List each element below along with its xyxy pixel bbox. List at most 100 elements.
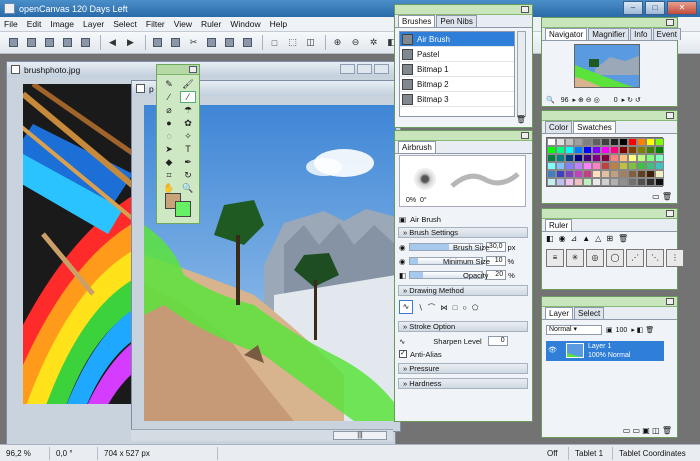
pen-tool-icon[interactable]: ✎	[161, 78, 177, 90]
rect-method-icon[interactable]: □	[453, 303, 458, 312]
blur-tool-icon[interactable]: ✿	[180, 117, 196, 129]
tab-layer[interactable]: Layer	[545, 307, 574, 319]
color-swatch[interactable]	[619, 138, 628, 146]
menu-edit[interactable]: Edit	[27, 19, 42, 29]
navigator-thumbnail[interactable]	[574, 44, 640, 88]
ruler-shape-icon[interactable]: ▲	[582, 234, 590, 243]
color-swatch[interactable]	[646, 178, 655, 186]
color-swatch[interactable]	[628, 138, 637, 146]
color-swatch[interactable]	[619, 178, 628, 186]
color-swatch[interactable]	[655, 178, 664, 186]
tab-navigator[interactable]: Navigator	[545, 28, 588, 40]
tool-palette-close-button[interactable]	[189, 66, 197, 73]
ruler-snap-icon[interactable]: ◧	[546, 234, 554, 243]
color-swatch[interactable]	[583, 178, 592, 186]
fill-icon[interactable]	[204, 35, 219, 50]
tab-event[interactable]: Event	[652, 28, 681, 40]
tab-airbrush[interactable]: Airbrush	[398, 141, 436, 153]
section-pressure[interactable]: » Pressure	[398, 363, 528, 374]
menu-view[interactable]: View	[174, 19, 192, 29]
blend-mode-select[interactable]: Normal ▾	[546, 325, 602, 335]
color-swatch[interactable]	[628, 178, 637, 186]
zoom-in-icon[interactable]: ⊕	[330, 35, 345, 50]
color-swatch[interactable]	[646, 138, 655, 146]
color-swatch[interactable]	[610, 138, 619, 146]
polyline-method-icon[interactable]: ⋈	[440, 303, 448, 312]
opacity-input[interactable]: 20	[486, 270, 507, 280]
color-swatch[interactable]	[655, 154, 664, 162]
perspective-1-icon[interactable]: ⋰	[626, 249, 644, 267]
section-stroke-option[interactable]: » Stroke Option	[398, 321, 528, 332]
rotate-tool-icon[interactable]: ↻	[180, 169, 196, 181]
color-swatch[interactable]	[592, 138, 601, 146]
color-swatch[interactable]	[646, 154, 655, 162]
ruler-grid-icon[interactable]: ⊞	[606, 234, 613, 243]
color-swatch[interactable]	[565, 170, 574, 178]
list-item[interactable]: Bitmap 1	[400, 62, 514, 77]
menu-layer[interactable]: Layer	[83, 19, 104, 29]
navigator-angle-value[interactable]: 0	[614, 97, 618, 104]
color-swatch[interactable]	[592, 178, 601, 186]
color-swatch[interactable]	[547, 162, 556, 170]
menu-select[interactable]: Select	[113, 19, 137, 29]
layer-opacity-value[interactable]: 100	[616, 327, 628, 334]
color-swatch[interactable]	[601, 178, 610, 186]
freehand-method-icon[interactable]: ∿	[399, 300, 413, 314]
color-swatch[interactable]	[601, 138, 610, 146]
color-swatch[interactable]	[655, 138, 664, 146]
color-swatch[interactable]	[565, 178, 574, 186]
zoom-tool-icon[interactable]: 🔍	[180, 182, 196, 194]
layer-row[interactable]: 👁 Layer 1 100% Normal	[546, 341, 664, 361]
next-frame-icon[interactable]: ▶	[123, 35, 138, 50]
color-swatch[interactable]	[655, 162, 664, 170]
color-swatch[interactable]	[646, 162, 655, 170]
ruler-lock-icon[interactable]: ⊿	[571, 234, 578, 243]
color-swatch[interactable]	[619, 154, 628, 162]
brush-tool-icon[interactable]: 🖌	[180, 78, 196, 90]
color-swatch[interactable]	[547, 170, 556, 178]
close-button[interactable]: ✕	[667, 1, 697, 15]
ruler-shape2-icon[interactable]: △	[595, 234, 601, 243]
ellipse-ruler-icon[interactable]: ◯	[606, 249, 624, 267]
color-swatch[interactable]	[610, 162, 619, 170]
list-item[interactable]: Pastel	[400, 47, 514, 62]
canvas-horizontal-scrollbar[interactable]: |||	[131, 429, 393, 441]
layer-actions-icon[interactable]: ▭ ▭ ▣ ◫ 🗑	[623, 426, 672, 435]
airbrush-tool-icon[interactable]: ⁄	[180, 91, 196, 103]
section-drawing-method[interactable]: » Drawing Method	[398, 285, 528, 296]
tab-select[interactable]: Select	[574, 307, 605, 319]
color-swatch[interactable]	[547, 138, 556, 146]
menu-image[interactable]: Image	[50, 19, 74, 29]
eyedropper-tool-icon[interactable]: ✒	[180, 156, 196, 168]
color-swatch[interactable]	[637, 162, 646, 170]
navigator-close-button[interactable]	[666, 19, 674, 26]
color-swatch[interactable]	[565, 162, 574, 170]
layer-lock-icons[interactable]: ▸ ◧ 🗑	[631, 326, 654, 334]
color-swatch[interactable]	[601, 162, 610, 170]
layer-visibility-icon[interactable]: 👁	[548, 346, 557, 354]
transform-icon[interactable]: ◫	[303, 35, 318, 50]
color-swatch[interactable]	[574, 170, 583, 178]
color-swatch[interactable]	[565, 138, 574, 146]
menu-ruler[interactable]: Ruler	[201, 19, 221, 29]
color-swatch[interactable]	[601, 154, 610, 162]
pencil-tool-icon[interactable]: ∕	[161, 91, 177, 103]
minimize-button[interactable]: –	[623, 1, 643, 15]
color-swatch[interactable]	[583, 146, 592, 154]
color-swatch[interactable]	[637, 146, 646, 154]
ruler-delete-icon[interactable]: 🗑	[618, 234, 628, 243]
color-swatch[interactable]	[547, 178, 556, 186]
swatch-options-icon[interactable]: ▭ 🗑	[652, 192, 672, 201]
color-swatch[interactable]	[565, 154, 574, 162]
color-swatch[interactable]	[628, 170, 637, 178]
color-swatch[interactable]	[619, 170, 628, 178]
tab-swatches[interactable]: Swatches	[573, 121, 616, 133]
color-swatch[interactable]	[565, 146, 574, 154]
menu-help[interactable]: Help	[270, 19, 287, 29]
concentric-ruler-icon[interactable]: ◎	[586, 249, 604, 267]
line-method-icon[interactable]: ∖	[418, 303, 423, 312]
color-swatch[interactable]	[556, 154, 565, 162]
color-swatch[interactable]	[592, 170, 601, 178]
color-swatch[interactable]	[556, 178, 565, 186]
save-icon[interactable]	[42, 35, 57, 50]
